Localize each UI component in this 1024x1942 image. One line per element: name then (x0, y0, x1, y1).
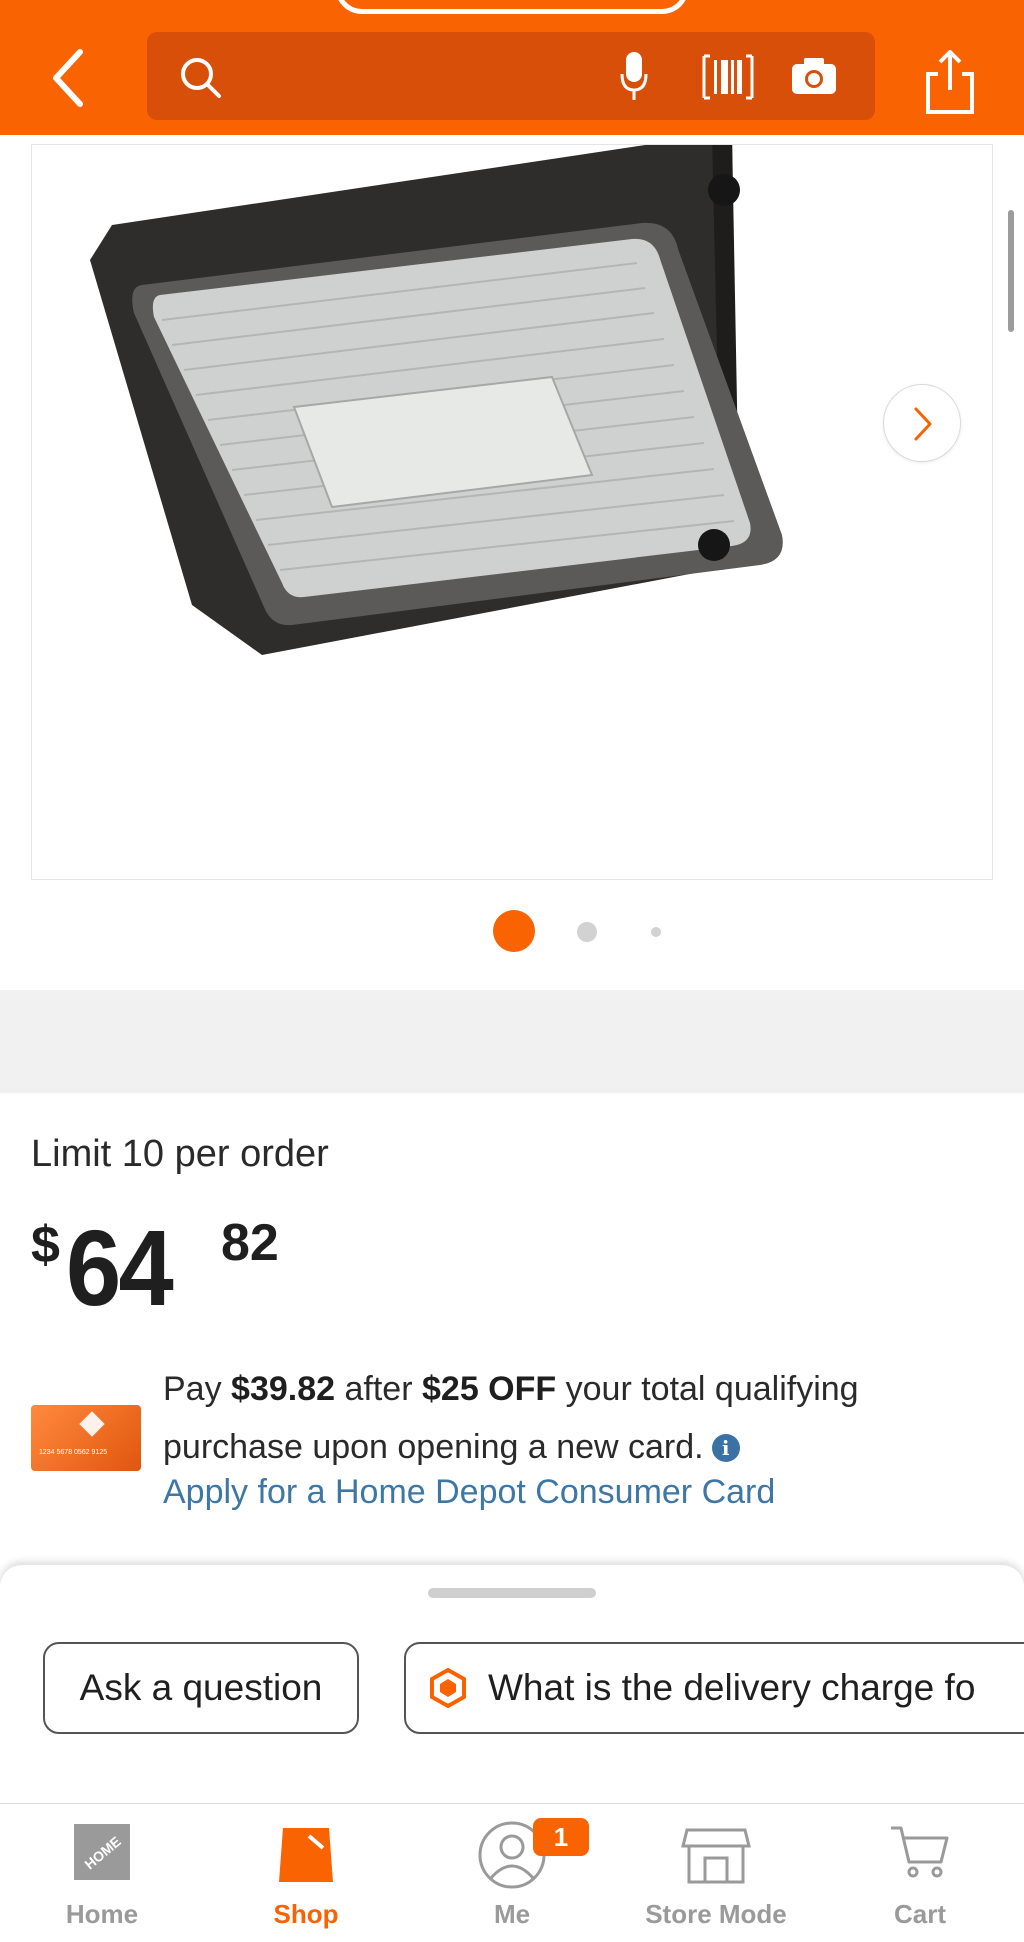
back-arrow-icon (53, 49, 83, 107)
home-depot-logo-icon (79, 1411, 105, 1437)
camera-icon[interactable] (790, 56, 838, 96)
promo-text: Pay $39.82 after $25 OFF your total qual… (163, 1360, 983, 1476)
info-icon[interactable]: i (711, 1434, 740, 1462)
shop-bag-icon (279, 1828, 333, 1882)
credit-card-image: 1234 5678 0562 9125 (31, 1405, 141, 1471)
tab-store-mode[interactable]: Store Mode (636, 1815, 796, 1935)
back-button[interactable] (38, 40, 102, 112)
price-currency: $ (31, 1216, 60, 1274)
sparkle-icon (430, 1668, 466, 1708)
share-button[interactable] (920, 46, 980, 116)
promo-rest: your total qualifying (565, 1370, 859, 1408)
tab-shop-label: Shop (273, 1899, 339, 1929)
price-dollars: 64 (66, 1207, 174, 1328)
barcode-icon[interactable] (702, 54, 754, 100)
search-icon (181, 58, 221, 98)
tab-shop[interactable]: Shop (226, 1815, 386, 1935)
tab-cart[interactable]: Cart (840, 1815, 1000, 1935)
home-depot-logo-icon: HOME (74, 1824, 130, 1880)
store-icon (681, 1828, 751, 1884)
chevron-right-icon (914, 407, 932, 441)
limit-text: Limit 10 per order (31, 1133, 329, 1175)
next-image-button[interactable] (883, 384, 961, 462)
cart-icon (891, 1826, 949, 1878)
promo-line2: purchase upon opening a new card. (163, 1428, 704, 1466)
promo-price: $39.82 (231, 1370, 336, 1408)
apply-card-link[interactable]: Apply for a Home Depot Consumer Card (163, 1473, 775, 1512)
carousel-dot[interactable] (577, 922, 597, 942)
share-icon (926, 50, 974, 114)
scrollbar[interactable] (1008, 210, 1014, 332)
delivery-charge-label: What is the delivery charge fo (488, 1667, 976, 1708)
price-cents: 82 (221, 1214, 279, 1272)
image-counter-pill (335, 0, 689, 14)
carousel-dot[interactable] (651, 927, 661, 937)
ask-question-label: Ask a question (79, 1667, 323, 1708)
tab-home-label: Home (65, 1899, 139, 1929)
delivery-charge-chip[interactable]: What is the delivery charge fo (404, 1642, 1024, 1734)
card-number: 1234 5678 0562 9125 (39, 1449, 108, 1456)
tab-cart-label: Cart (893, 1899, 946, 1929)
sheet-handle[interactable] (428, 1588, 596, 1598)
promo-pay: Pay (163, 1370, 222, 1408)
product-image[interactable] (31, 144, 993, 880)
promo-after: after (344, 1370, 413, 1408)
search-input[interactable] (147, 32, 875, 120)
microphone-icon[interactable] (619, 50, 649, 102)
tab-store-mode-label: Store Mode (645, 1899, 787, 1929)
tab-home[interactable]: HOME Home (22, 1815, 182, 1935)
carousel-dot-active[interactable] (493, 910, 535, 952)
section-divider (0, 990, 1024, 1093)
wall-light-image (90, 145, 783, 655)
tab-me-label: Me (493, 1899, 531, 1929)
promo-discount: $25 OFF (422, 1370, 557, 1408)
notification-badge: 1 (533, 1818, 589, 1856)
ask-question-chip[interactable]: Ask a question (43, 1642, 359, 1734)
